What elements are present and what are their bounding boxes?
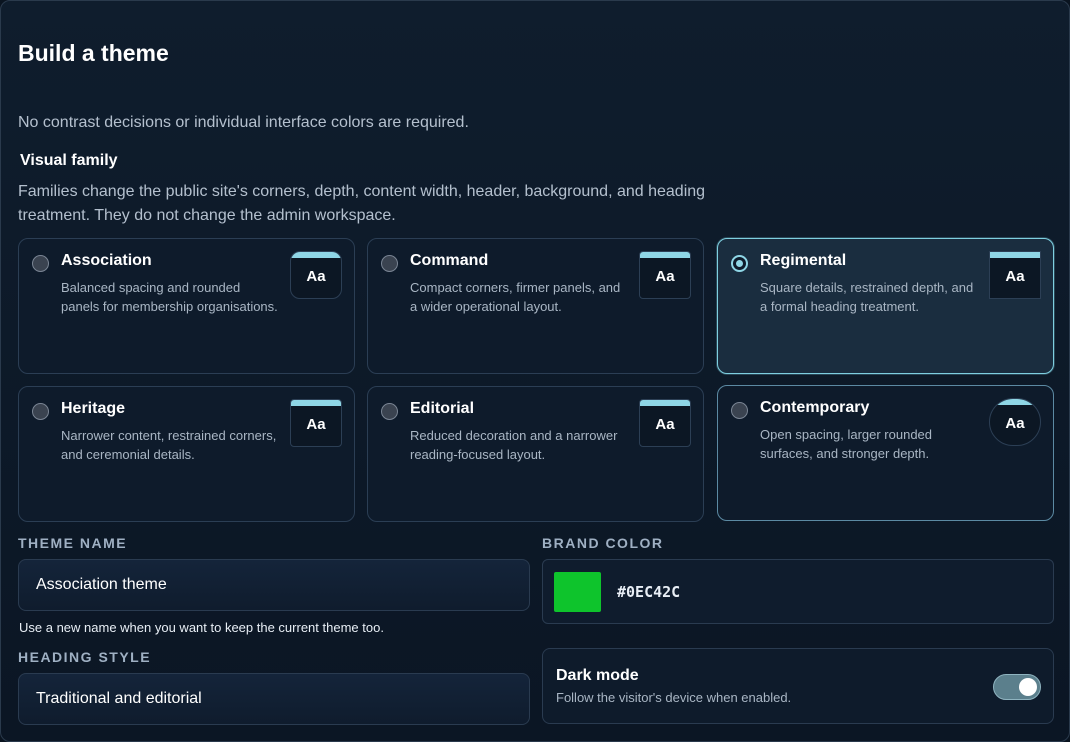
brand-color-field[interactable]: #0EC42C — [542, 559, 1054, 624]
heading-style-value: Traditional and editorial — [36, 690, 202, 707]
family-preview: Aa — [639, 399, 691, 447]
family-card-name: Contemporary — [760, 399, 870, 416]
family-card-description: Compact corners, firmer panels, and a wi… — [410, 280, 621, 314]
brand-color-hex: #0EC42C — [617, 583, 681, 601]
family-card-description: Narrower content, restrained corners, an… — [61, 428, 277, 462]
theme-name-hint: Use a new name when you want to keep the… — [19, 620, 384, 635]
family-card-description: Balanced spacing and rounded panels for … — [61, 280, 278, 314]
family-preview: Aa — [639, 251, 691, 299]
family-card-description: Square details, restrained depth, and a … — [760, 280, 974, 314]
family-radio-contemporary[interactable] — [731, 402, 748, 419]
family-card-contemporary[interactable]: Contemporary Open spacing, larger rounde… — [717, 385, 1054, 521]
page-title: Build a theme — [18, 40, 169, 66]
theme-builder-panel: Build a theme No contrast decisions or i… — [0, 0, 1070, 742]
family-card-name: Heritage — [61, 400, 126, 417]
family-preview: Aa — [989, 398, 1041, 446]
family-card-name: Command — [410, 252, 489, 269]
family-card-heritage[interactable]: Heritage Narrower content, restrained co… — [18, 386, 355, 522]
family-radio-association[interactable] — [32, 255, 49, 272]
preview-text: Aa — [1005, 267, 1025, 285]
family-card-regimental[interactable]: Regimental Square details, restrained de… — [717, 238, 1054, 374]
brand-color-swatch[interactable] — [554, 572, 601, 612]
family-card-association[interactable]: Association Balanced spacing and rounded… — [18, 238, 355, 374]
family-card-command[interactable]: Command Compact corners, firmer panels, … — [367, 238, 704, 374]
family-radio-regimental[interactable] — [731, 255, 748, 272]
family-preview: Aa — [989, 251, 1041, 299]
preview-text: Aa — [1005, 414, 1025, 432]
brand-color-label: BRAND COLOR — [542, 535, 664, 551]
family-preview: Aa — [290, 251, 342, 299]
theme-name-value: Association theme — [36, 576, 167, 593]
heading-style-label: HEADING STYLE — [18, 649, 152, 665]
dark-mode-row: Dark mode Follow the visitor's device wh… — [542, 648, 1054, 724]
dark-mode-title: Dark mode — [556, 667, 639, 684]
visual-family-description: Families change the public site's corner… — [18, 183, 706, 224]
family-card-name: Regimental — [760, 252, 847, 269]
family-radio-heritage[interactable] — [32, 403, 49, 420]
family-radio-command[interactable] — [381, 255, 398, 272]
dark-mode-toggle[interactable] — [993, 674, 1041, 700]
theme-name-label: THEME NAME — [18, 535, 128, 551]
family-card-description: Open spacing, larger rounded surfaces, a… — [760, 427, 933, 461]
intro-text: No contrast decisions or individual inte… — [18, 114, 469, 131]
family-preview: Aa — [290, 399, 342, 447]
dark-mode-description: Follow the visitor's device when enabled… — [556, 690, 792, 705]
family-card-name: Editorial — [410, 400, 475, 417]
theme-name-input[interactable]: Association theme — [18, 559, 530, 611]
visual-family-label: Visual family — [20, 152, 118, 169]
preview-text: Aa — [655, 267, 675, 285]
family-card-name: Association — [61, 252, 152, 269]
family-radio-editorial[interactable] — [381, 403, 398, 420]
toggle-knob — [1019, 678, 1037, 696]
preview-text: Aa — [306, 415, 326, 433]
preview-text: Aa — [306, 267, 326, 285]
preview-text: Aa — [655, 415, 675, 433]
family-card-description: Reduced decoration and a narrower readin… — [410, 428, 618, 462]
family-card-editorial[interactable]: Editorial Reduced decoration and a narro… — [367, 386, 704, 522]
heading-style-select[interactable]: Traditional and editorial — [18, 673, 530, 725]
